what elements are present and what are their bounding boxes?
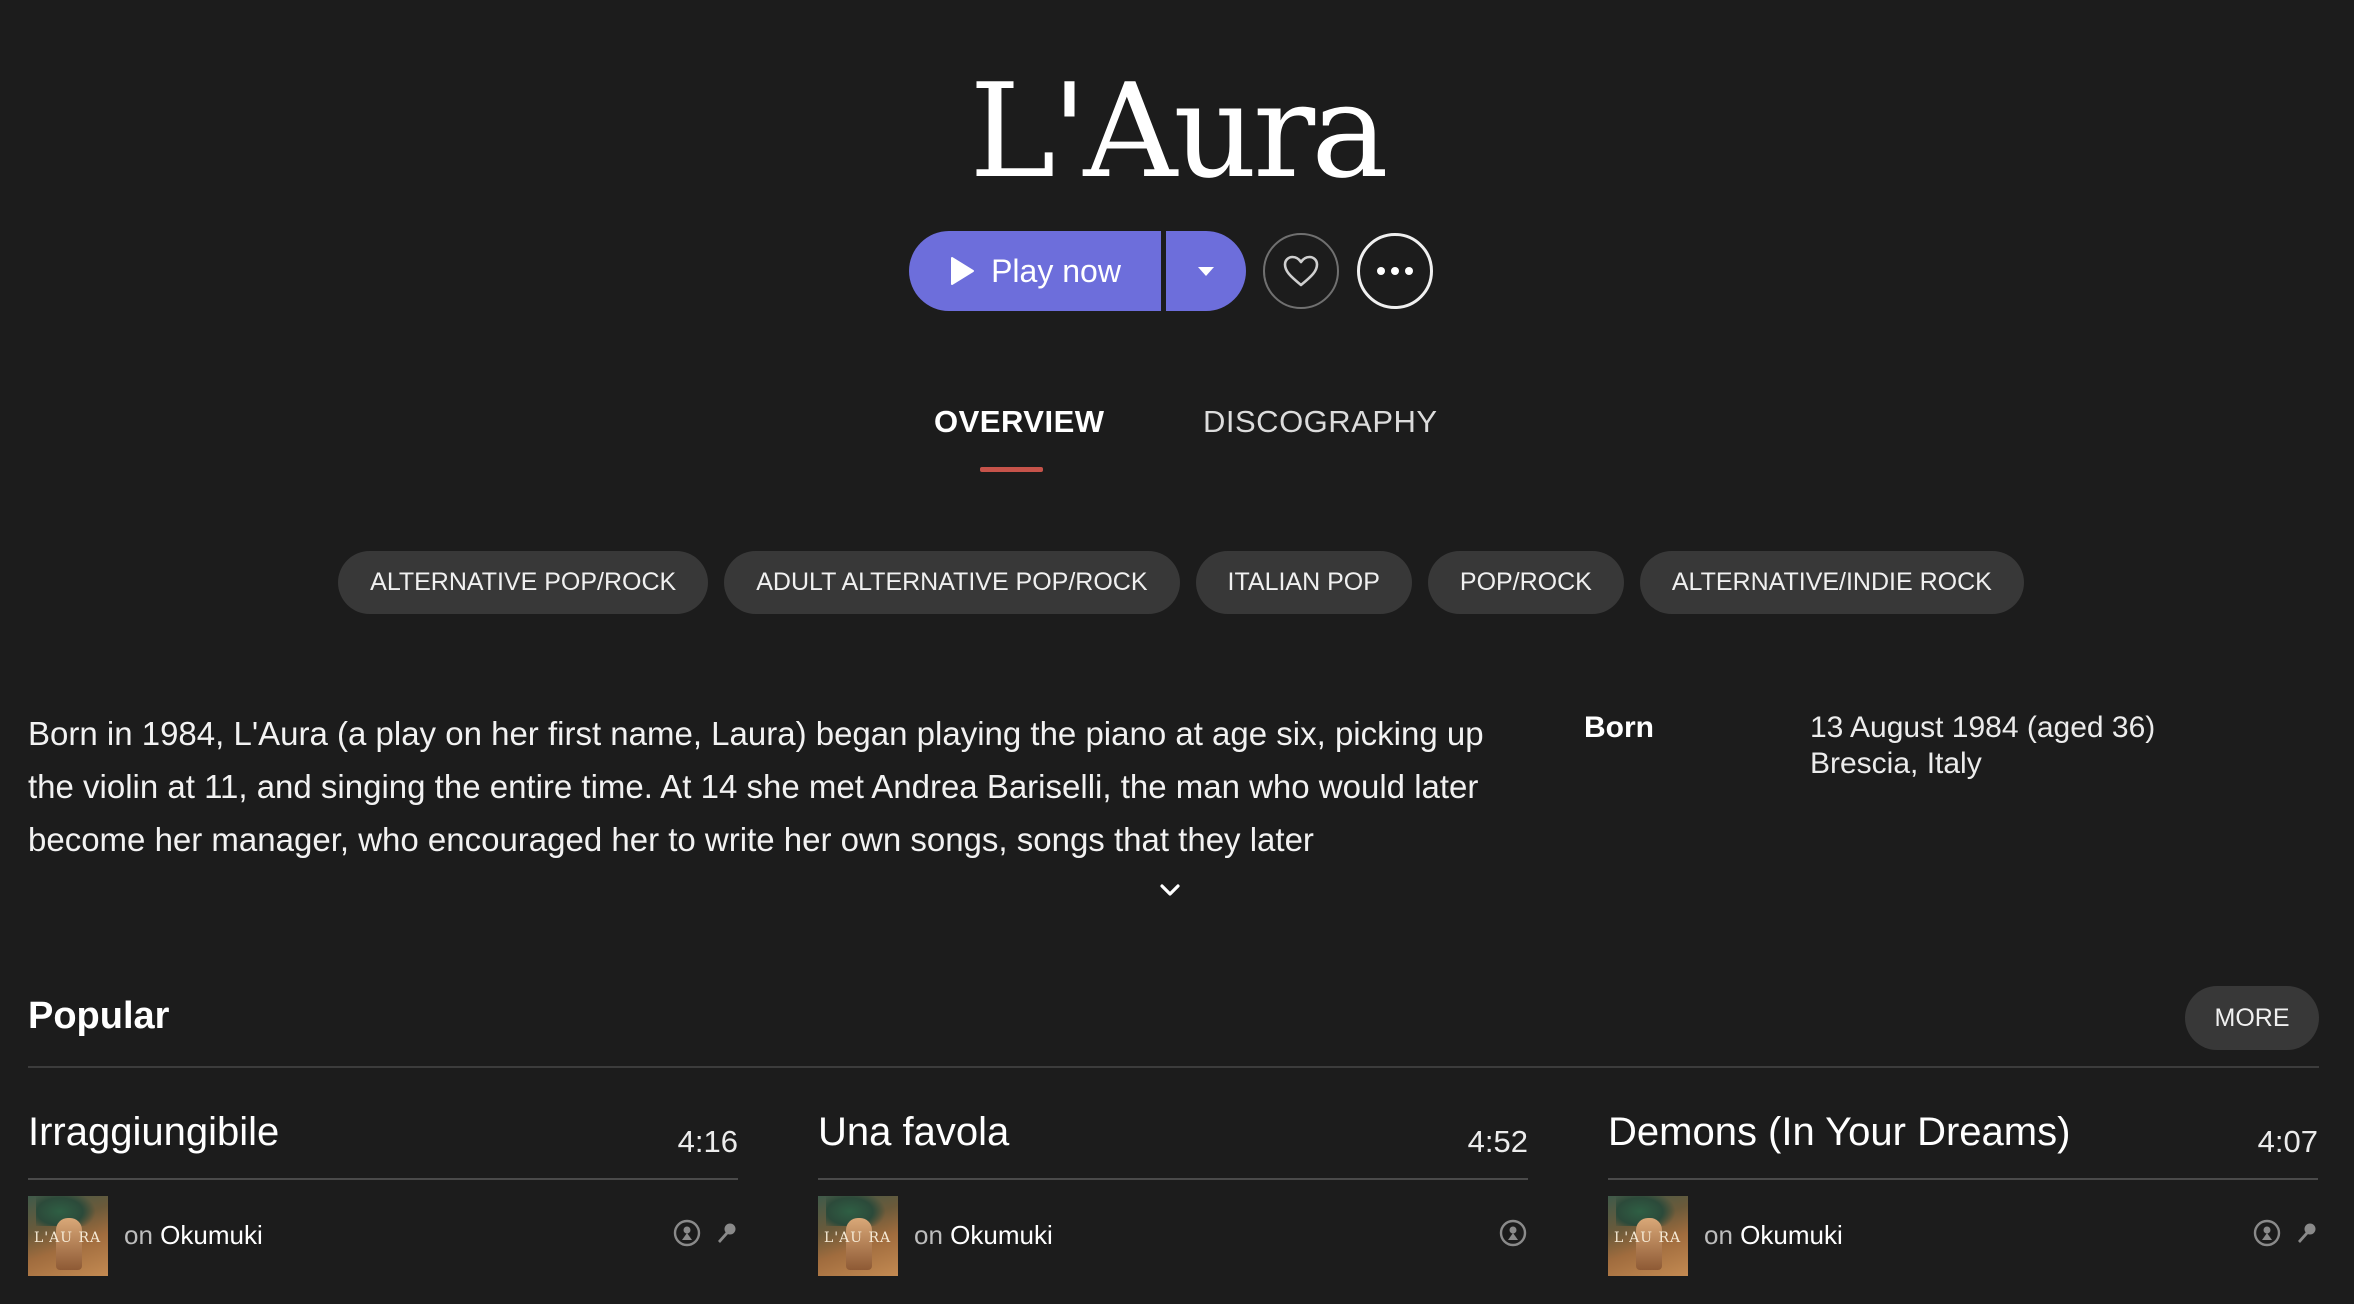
genre-pill[interactable]: POP/ROCK xyxy=(1427,551,1624,614)
artist-biography: Born in 1984, L'Aura (a play on her firs… xyxy=(28,715,1484,858)
track-icons xyxy=(672,1218,738,1248)
radio-icon[interactable] xyxy=(2252,1218,2282,1248)
album-art-text: L'AU RA xyxy=(34,1230,102,1246)
track-icons xyxy=(2252,1218,2318,1248)
track-card: Demons (In Your Dreams) 4:07 L'AU RA on … xyxy=(1608,1110,2318,1304)
more-options-button[interactable] xyxy=(1357,233,1433,309)
album-prefix: on xyxy=(124,1220,153,1250)
album-artwork[interactable]: L'AU RA xyxy=(28,1196,108,1276)
ellipsis-icon xyxy=(1377,267,1413,275)
microphone-icon[interactable] xyxy=(2294,1221,2318,1245)
track-title[interactable]: Demons (In Your Dreams) xyxy=(1608,1110,2070,1155)
track-title[interactable]: Irraggiungibile xyxy=(28,1110,279,1155)
album-art-text: L'AU RA xyxy=(1614,1230,1682,1246)
track-album-line: on Okumuki xyxy=(914,1220,1053,1251)
album-link[interactable]: Okumuki xyxy=(160,1220,263,1250)
play-now-button[interactable]: Play now xyxy=(909,231,1161,311)
popular-section-title: Popular xyxy=(28,995,170,1037)
radio-icon[interactable] xyxy=(672,1218,702,1248)
born-date: 13 August 1984 (aged 36) xyxy=(1810,711,2156,744)
genre-list: ALTERNATIVE POP/ROCK ADULT ALTERNATIVE P… xyxy=(0,551,2354,614)
tab-overview[interactable]: OVERVIEW xyxy=(934,404,1105,440)
album-art-text: L'AU RA xyxy=(824,1230,892,1246)
section-divider xyxy=(28,1066,2319,1068)
album-prefix: on xyxy=(914,1220,943,1250)
artist-page: L'Aura Play now OVERVIEW DISCOGRAPHY ALT… xyxy=(0,0,2354,1304)
microphone-icon[interactable] xyxy=(714,1221,738,1245)
track-divider xyxy=(818,1178,1528,1180)
play-options-dropdown[interactable] xyxy=(1166,231,1246,311)
track-divider xyxy=(1608,1178,2318,1180)
radio-icon[interactable] xyxy=(1498,1218,1528,1248)
track-duration: 4:16 xyxy=(677,1124,738,1159)
track-card: Irraggiungibile 4:16 L'AU RA on Okumuki xyxy=(28,1110,738,1304)
chevron-down-icon xyxy=(1160,884,1180,896)
genre-pill[interactable]: ITALIAN POP xyxy=(1195,551,1412,614)
genre-pill[interactable]: ALTERNATIVE/INDIE ROCK xyxy=(1639,551,2024,614)
favorite-button[interactable] xyxy=(1263,233,1339,309)
track-divider xyxy=(28,1178,738,1180)
born-place: Brescia, Italy xyxy=(1810,747,1982,780)
tab-discography[interactable]: DISCOGRAPHY xyxy=(1203,404,1438,440)
artist-name: L'Aura xyxy=(969,55,1388,207)
track-album-line: on Okumuki xyxy=(124,1220,263,1251)
track-icons xyxy=(1498,1218,1528,1248)
active-tab-indicator xyxy=(980,467,1043,472)
album-artwork[interactable]: L'AU RA xyxy=(818,1196,898,1276)
artist-tabs: OVERVIEW DISCOGRAPHY xyxy=(0,404,2354,474)
track-duration: 4:52 xyxy=(1467,1124,1528,1159)
born-value: 13 August 1984 (aged 36) Brescia, Italy xyxy=(1810,710,2310,782)
play-icon xyxy=(951,257,975,285)
expand-bio-button[interactable] xyxy=(1156,876,1184,904)
album-prefix: on xyxy=(1704,1220,1733,1250)
track-card: Una favola 4:52 L'AU RA on Okumuki xyxy=(818,1110,1528,1304)
track-duration: 4:07 xyxy=(2257,1124,2318,1159)
genre-pill[interactable]: ADULT ALTERNATIVE POP/ROCK xyxy=(724,551,1180,614)
album-link[interactable]: Okumuki xyxy=(1740,1220,1843,1250)
caret-down-icon xyxy=(1198,267,1214,276)
play-now-label: Play now xyxy=(991,252,1121,289)
heart-icon xyxy=(1283,255,1319,287)
track-album-line: on Okumuki xyxy=(1704,1220,1843,1251)
artist-actions: Play now xyxy=(909,231,1433,311)
born-label: Born xyxy=(1584,711,1654,744)
album-link[interactable]: Okumuki xyxy=(950,1220,1053,1250)
track-title[interactable]: Una favola xyxy=(818,1110,1009,1155)
genre-pill[interactable]: ALTERNATIVE POP/ROCK xyxy=(338,551,709,614)
album-artwork[interactable]: L'AU RA xyxy=(1608,1196,1688,1276)
more-button[interactable]: MORE xyxy=(2185,986,2319,1050)
